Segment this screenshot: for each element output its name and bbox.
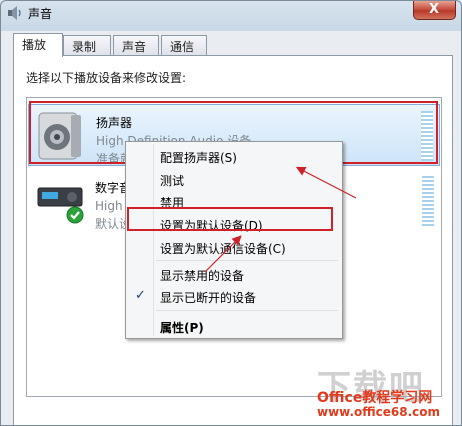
watermark-site-name: Office教程学习网 xyxy=(317,390,433,406)
menu-item-set-default-communication-device[interactable]: 设置为默认通信设备(C) xyxy=(128,236,340,258)
close-icon: X xyxy=(429,2,440,17)
default-device-highlight-box xyxy=(127,207,333,231)
volume-meter xyxy=(422,176,434,226)
default-checkmark-icon xyxy=(66,206,84,224)
menu-item-test[interactable]: 测试 xyxy=(128,168,340,190)
window-title: 声音 xyxy=(28,7,53,21)
close-button[interactable]: X xyxy=(413,1,456,20)
tab-recording[interactable]: 录制 xyxy=(63,35,111,55)
title-bar[interactable]: 声音 X xyxy=(1,1,461,25)
watermark: 下载吧 Office教程学习网 www.office68.com xyxy=(317,360,440,419)
menu-item-show-disconnected-devices[interactable]: ✓ 显示已断开的设备 xyxy=(128,285,340,307)
checkmark-icon: ✓ xyxy=(135,288,146,303)
menu-item-configure-speakers[interactable]: 配置扬声器(S) xyxy=(128,145,340,167)
tab-communications[interactable]: 通信 xyxy=(161,35,207,55)
menu-separator xyxy=(156,310,338,311)
speaker-icon xyxy=(8,6,21,20)
menu-item-show-disabled-devices[interactable]: 显示禁用的设备 xyxy=(128,263,340,285)
menu-separator xyxy=(156,260,338,261)
watermark-url: www.office68.com xyxy=(317,405,441,419)
tab-playback[interactable]: 播放 xyxy=(13,33,63,57)
device-context-menu: 配置扬声器(S) 测试 禁用 设置为默认设备(D) 设置为默认通信设备(C) 显… xyxy=(125,141,343,339)
menu-item-properties[interactable]: 属性(P) xyxy=(128,315,340,337)
tab-sounds[interactable]: 声音 xyxy=(113,35,159,55)
instruction-text: 选择以下播放设备来修改设置: xyxy=(26,71,187,85)
